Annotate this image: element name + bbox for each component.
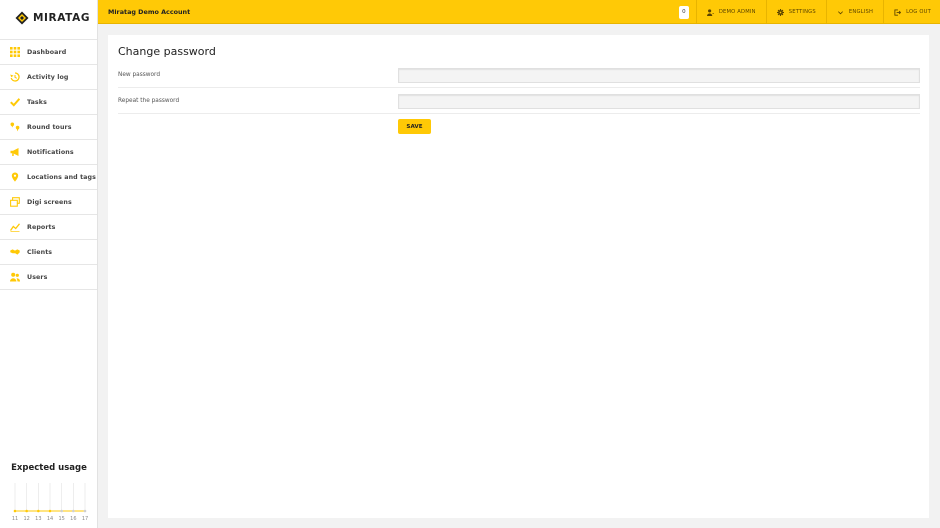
sidebar-item-label: Activity log	[27, 73, 69, 81]
new-password-input[interactable]	[398, 68, 920, 83]
checkmark-icon	[10, 97, 20, 107]
usage-title: Expected usage	[11, 463, 87, 473]
page-title: Change password	[118, 45, 216, 58]
settings-label: SETTINGS	[788, 9, 816, 15]
new-password-row: New password	[118, 62, 920, 88]
chart-point	[37, 509, 40, 513]
logout-button[interactable]: LOG OUT	[884, 0, 940, 24]
repeat-password-input[interactable]	[398, 94, 920, 109]
sidebar-item-digi-screens[interactable]: Digi screens	[0, 190, 97, 215]
sidebar-item-label: Users	[27, 273, 48, 281]
settings-menu[interactable]: SETTINGS	[767, 0, 827, 24]
language-menu[interactable]: ENGLISH	[827, 0, 885, 24]
sidebar-item-label: Digi screens	[27, 198, 72, 206]
brand-name: MIRATAG	[33, 12, 91, 24]
users-icon	[10, 272, 20, 282]
chevron-down-icon	[837, 10, 843, 14]
sidebar-item-label: Round tours	[27, 123, 72, 131]
user-menu-label: DEMO ADMIN	[718, 9, 756, 15]
miratag-logo-icon	[15, 11, 29, 25]
history-icon	[10, 72, 20, 82]
change-password-panel: Change password New password Repeat the …	[108, 35, 929, 518]
chart-tick-label: 13	[35, 516, 41, 522]
chart-point	[83, 509, 87, 513]
sidebar-item-activity-log[interactable]: Activity log	[0, 65, 97, 90]
sidebar-item-tasks[interactable]: Tasks	[0, 90, 97, 115]
topbar: Miratag Demo Account 0 DEMO ADMIN SETTIN…	[98, 0, 940, 24]
topbar-actions: 0 DEMO ADMIN SETTINGS ENGLISH LOG OUT	[672, 0, 940, 24]
sidebar-item-dashboard[interactable]: Dashboard	[0, 40, 97, 65]
screens-icon	[10, 197, 20, 207]
notification-counter[interactable]: 0	[678, 5, 689, 19]
grid-icon	[10, 47, 20, 57]
repeat-password-label: Repeat the password	[118, 98, 180, 104]
sidebar-item-reports[interactable]: Reports	[0, 215, 97, 240]
sidebar-item-notifications[interactable]: Notifications	[0, 140, 97, 165]
chart-point	[13, 509, 17, 513]
logout-label: LOG OUT	[906, 9, 931, 15]
sidebar-item-users[interactable]: Users	[0, 265, 97, 290]
sidebar-nav: Dashboard Activity log Tasks Round tours…	[0, 39, 97, 290]
gear-icon	[776, 8, 784, 16]
sidebar-item-label: Clients	[27, 248, 53, 256]
sidebar-item-label: Dashboard	[27, 48, 67, 56]
brand-logo[interactable]: MIRATAG	[0, 0, 97, 36]
sidebar: MIRATAG Dashboard Activity log Tasks Rou…	[0, 0, 98, 528]
usage-chart: 11 12 13 14 15 16 17	[12, 483, 88, 522]
notification-counter-wrap[interactable]: 0	[672, 0, 697, 24]
chart-tick-label: 14	[47, 516, 53, 522]
new-password-label: New password	[118, 72, 161, 78]
chart-tick-label: 16	[70, 516, 76, 522]
route-pins-icon	[10, 122, 20, 132]
save-button[interactable]: SAVE	[398, 119, 431, 134]
trend-icon	[10, 222, 20, 232]
sidebar-item-clients[interactable]: Clients	[0, 240, 97, 265]
sidebar-item-label: Locations and tags	[27, 173, 96, 181]
map-pin-icon	[10, 172, 20, 182]
language-label: ENGLISH	[848, 9, 874, 15]
chart-point	[72, 509, 75, 513]
account-name: Miratag Demo Account	[108, 7, 191, 16]
sidebar-item-label: Notifications	[27, 148, 74, 156]
sidebar-item-round-tours[interactable]: Round tours	[0, 115, 97, 140]
chart-tick-label: 11	[12, 516, 18, 522]
sidebar-item-label: Tasks	[27, 98, 47, 106]
megaphone-icon	[10, 147, 20, 157]
chart-tick-label: 17	[82, 516, 88, 522]
logout-icon	[894, 8, 902, 16]
user-menu[interactable]: DEMO ADMIN	[697, 0, 767, 24]
chart-point	[60, 509, 63, 513]
repeat-password-row: Repeat the password	[118, 88, 920, 114]
sidebar-item-label: Reports	[27, 223, 56, 231]
chart-point	[25, 509, 28, 513]
chart-point	[48, 509, 52, 513]
sidebar-item-locations-and-tags[interactable]: Locations and tags	[0, 165, 97, 190]
chart-tick-label: 15	[58, 516, 64, 522]
chart-tick-label: 12	[23, 516, 29, 522]
user-icon	[706, 8, 714, 16]
handshake-icon	[10, 247, 20, 257]
